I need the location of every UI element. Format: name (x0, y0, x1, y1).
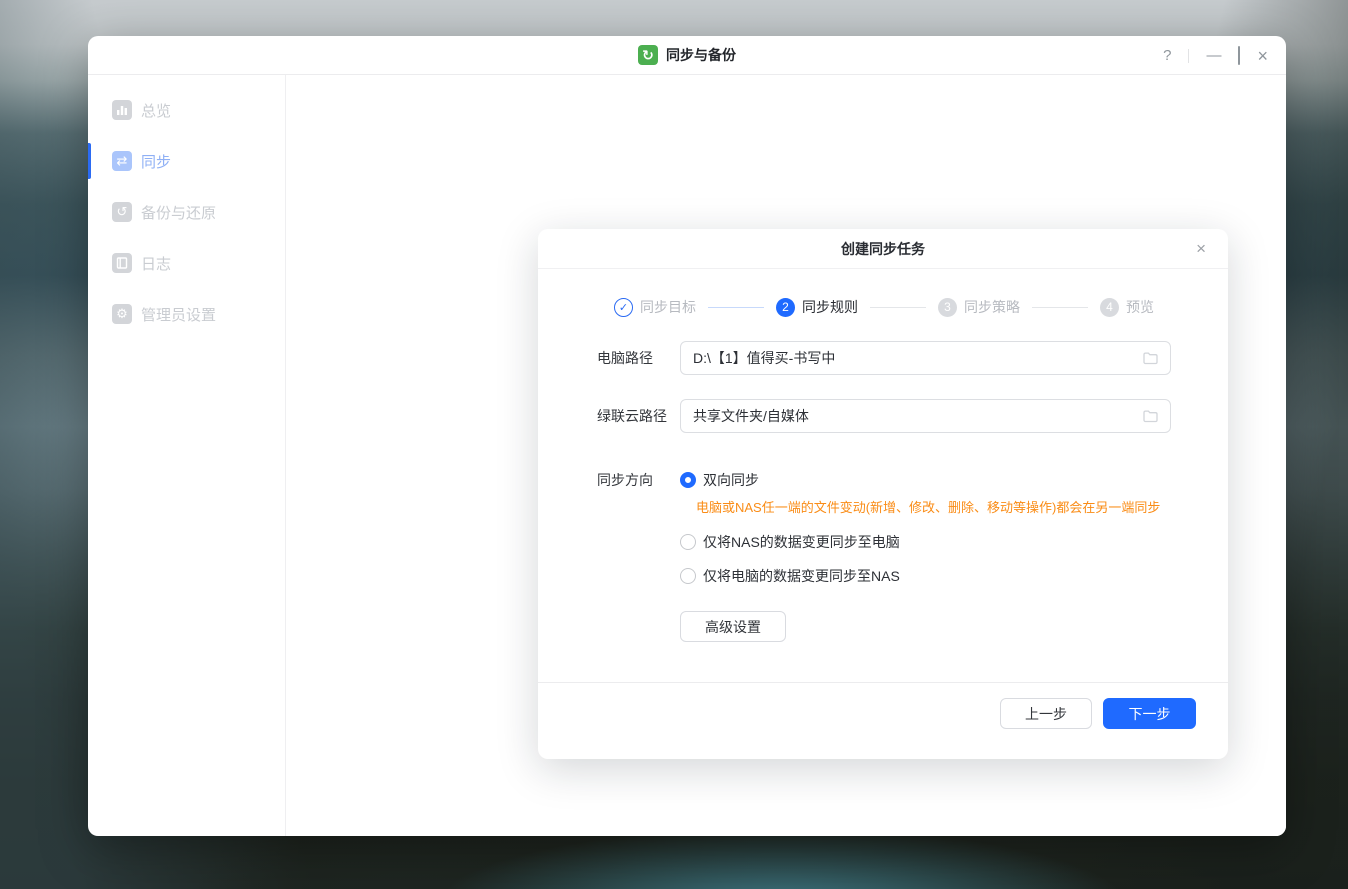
radio-label: 仅将NAS的数据变更同步至电脑 (703, 534, 900, 550)
active-indicator (88, 143, 91, 179)
step-connector (1032, 306, 1088, 308)
radio-label: 双向同步 (703, 472, 759, 488)
pc-path-row: 电脑路径 D:\【1】值得买-书写中 (597, 341, 1171, 375)
folder-browse-icon[interactable] (1142, 350, 1159, 367)
sidebar-item-label: 同步 (141, 153, 172, 171)
pc-path-input[interactable]: D:\【1】值得买-书写中 (680, 341, 1171, 375)
radio-bidirectional-sync[interactable]: 双向同步 (680, 469, 1160, 491)
sidebar-item-sync[interactable]: ⇄ 同步 (88, 141, 285, 181)
app-title: 同步与备份 (666, 47, 736, 63)
step-sync-target: ✓ 同步目标 (614, 297, 696, 317)
sidebar-item-label: 总览 (141, 102, 172, 120)
step-number: 3 (938, 297, 957, 317)
sync-direction-row: 同步方向 双向同步 电脑或NAS任一端的文件变动(新增、修改、删除、移动等操作)… (597, 469, 1171, 587)
close-window-button[interactable]: × (1257, 47, 1268, 65)
step-label: 同步目标 (640, 299, 696, 315)
dialog-header: 创建同步任务 × (538, 229, 1228, 269)
step-label: 同步策略 (964, 299, 1020, 315)
app-window: ↻ 同步与备份 ? — × 总览 ⇄ 同步 ↺ 备份与还原 日志 ⚙ 管理员设置… (88, 36, 1286, 836)
maximize-button[interactable] (1238, 46, 1241, 65)
step-check-icon: ✓ (614, 297, 633, 317)
step-label: 预览 (1126, 299, 1154, 315)
desktop-wallpaper: ↻ 同步与备份 ? — × 总览 ⇄ 同步 ↺ 备份与还原 日志 ⚙ 管理员设置… (0, 0, 1348, 889)
dialog-close-icon[interactable]: × (1196, 240, 1206, 257)
previous-step-button[interactable]: 上一步 (1000, 698, 1092, 729)
maximize-icon (1238, 46, 1241, 65)
step-sync-rules: 2 同步规则 (776, 297, 858, 317)
step-sync-strategy: 3 同步策略 (938, 297, 1020, 317)
sidebar-item-label: 管理员设置 (141, 306, 217, 324)
radio-unselected-icon (680, 534, 696, 550)
advanced-settings-button[interactable]: 高级设置 (680, 611, 786, 642)
dialog-title: 创建同步任务 (841, 240, 925, 257)
radio-selected-icon (680, 472, 696, 488)
step-connector (708, 306, 764, 308)
pc-path-value: D:\【1】值得买-书写中 (693, 350, 836, 366)
sidebar-item-log[interactable]: 日志 (88, 243, 285, 283)
next-step-button[interactable]: 下一步 (1103, 698, 1196, 729)
titlebar-separator (1188, 48, 1190, 63)
admin-settings-icon: ⚙ (112, 304, 132, 324)
sync-backup-app-icon: ↻ (638, 45, 658, 65)
cloud-path-label: 绿联云路径 (597, 408, 667, 424)
main-content: 创建同步任务 × ✓ 同步目标 2 同步规则 3 同步策略 4 预览 电脑路径 … (286, 75, 1286, 836)
radio-label: 仅将电脑的数据变更同步至NAS (703, 568, 900, 584)
sidebar-item-label: 备份与还原 (141, 204, 217, 222)
step-label: 同步规则 (802, 299, 858, 315)
titlebar: ↻ 同步与备份 ? — × (88, 36, 1286, 75)
sidebar-item-admin-settings[interactable]: ⚙ 管理员设置 (88, 294, 285, 334)
sync-icon: ⇄ (112, 151, 132, 171)
pc-path-label: 电脑路径 (597, 350, 653, 366)
radio-unselected-icon (680, 568, 696, 584)
help-button[interactable]: ? (1163, 48, 1171, 63)
sidebar-item-overview[interactable]: 总览 (88, 90, 285, 130)
create-sync-task-dialog: 创建同步任务 × ✓ 同步目标 2 同步规则 3 同步策略 4 预览 电脑路径 … (538, 229, 1228, 759)
step-number: 4 (1100, 297, 1119, 317)
cloud-path-input[interactable]: 共享文件夹/自媒体 (680, 399, 1171, 433)
step-indicator: ✓ 同步目标 2 同步规则 3 同步策略 4 预览 (597, 297, 1171, 317)
step-preview: 4 预览 (1100, 297, 1154, 317)
cloud-path-value: 共享文件夹/自媒体 (693, 408, 809, 424)
dialog-footer: 上一步 下一步 (538, 682, 1228, 759)
step-connector (870, 306, 926, 308)
radio-nas-to-pc[interactable]: 仅将NAS的数据变更同步至电脑 (680, 531, 1160, 553)
sync-direction-label: 同步方向 (597, 472, 653, 488)
backup-restore-icon: ↺ (112, 202, 132, 222)
sidebar: 总览 ⇄ 同步 ↺ 备份与还原 日志 ⚙ 管理员设置 (88, 75, 286, 836)
bidirectional-sync-note: 电脑或NAS任一端的文件变动(新增、修改、删除、移动等操作)都会在另一端同步 (696, 500, 1161, 515)
folder-browse-icon[interactable] (1142, 408, 1159, 425)
dialog-body: ✓ 同步目标 2 同步规则 3 同步策略 4 预览 电脑路径 D:\【1】值得买… (538, 269, 1228, 682)
radio-pc-to-nas[interactable]: 仅将电脑的数据变更同步至NAS (680, 565, 1160, 587)
minimize-button[interactable]: — (1206, 48, 1221, 63)
step-number: 2 (776, 297, 795, 317)
sidebar-item-label: 日志 (141, 255, 172, 273)
log-icon (112, 253, 132, 273)
cloud-path-row: 绿联云路径 共享文件夹/自媒体 (597, 399, 1171, 433)
overview-icon (112, 100, 132, 120)
sidebar-item-backup-restore[interactable]: ↺ 备份与还原 (88, 192, 285, 232)
